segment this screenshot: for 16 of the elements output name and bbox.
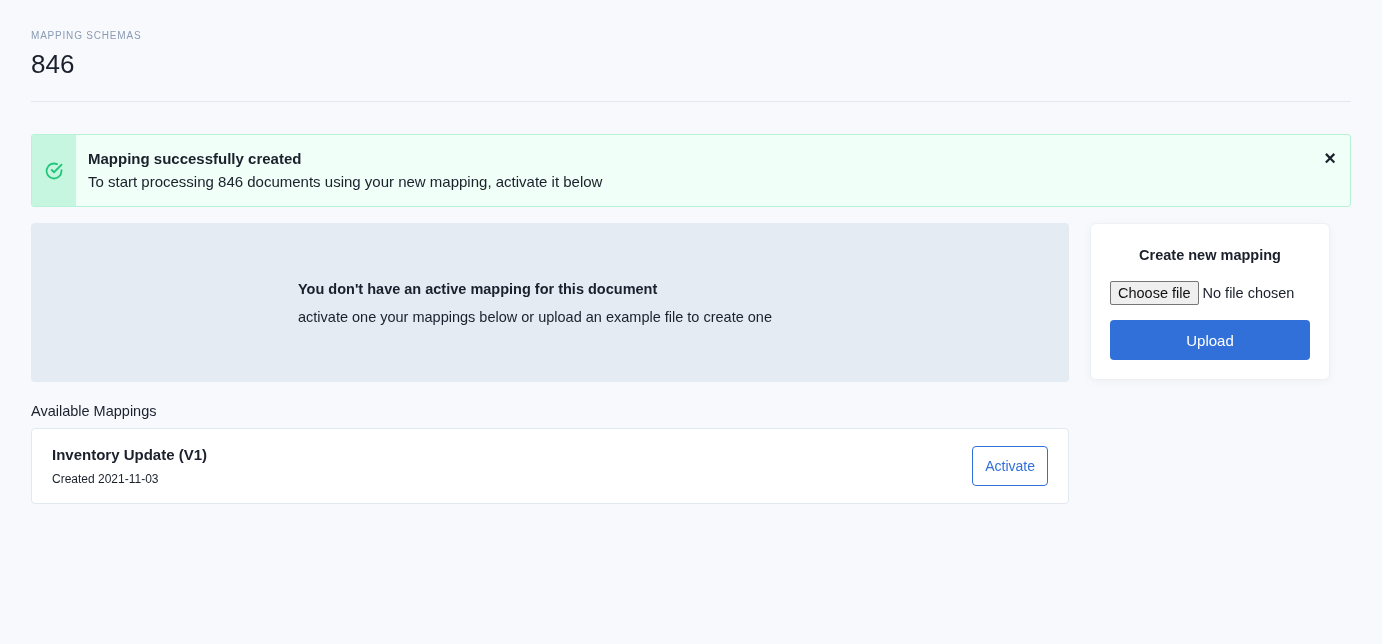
eyebrow-label: MAPPING SCHEMAS	[31, 30, 143, 41]
upload-button[interactable]: Upload	[1110, 320, 1310, 360]
close-button[interactable]: ×	[1324, 147, 1336, 169]
empty-state-message: activate one your mappings below or upload an example file to create one	[298, 308, 773, 325]
page-title: 846	[31, 49, 76, 80]
mapping-name: Inventory Update (V1)	[52, 446, 209, 463]
mapping-date: Created 2021-11-03	[52, 472, 160, 486]
choose-file-button[interactable]: Choose file	[1110, 281, 1199, 305]
activate-button[interactable]: Activate	[972, 446, 1048, 486]
empty-state-title: You don't have an active mapping for this document	[298, 280, 659, 297]
file-status: No file chosen	[1202, 285, 1295, 301]
check-circle-icon	[44, 160, 64, 181]
section-heading: Available Mappings	[31, 403, 158, 419]
card-title: Create new mapping	[1138, 247, 1282, 263]
alert-title: Mapping successfully created	[88, 150, 303, 167]
alert-message: To start processing 846 documents using your new mapping, activate it below	[88, 173, 604, 190]
